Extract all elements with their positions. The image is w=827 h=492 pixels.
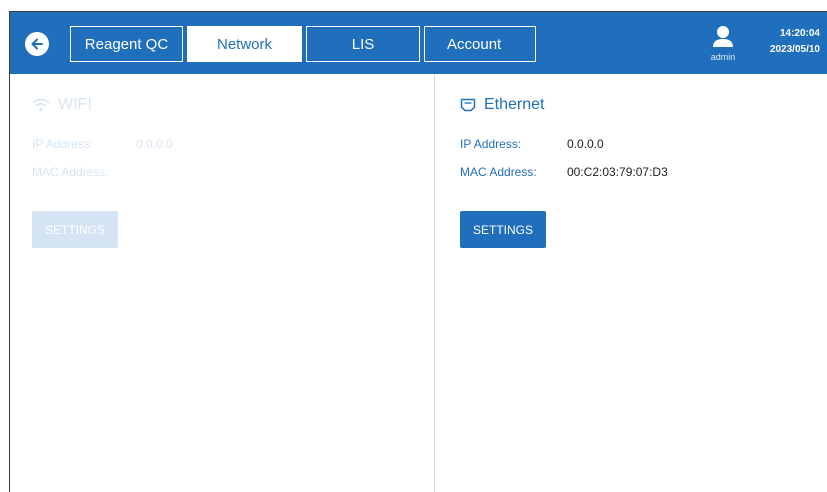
wifi-ip-value: 0.0.0.0 (136, 137, 173, 151)
tab-label: Network (216, 35, 272, 53)
user-icon (713, 26, 733, 47)
ethernet-mac-label: MAC Address: (460, 165, 537, 179)
ethernet-mac-value: 00:C2:03:79:07:D3 (567, 165, 668, 179)
wifi-title: WIFI (32, 96, 92, 114)
clock-time: 14:20:04 (779, 28, 820, 39)
wifi-settings-button[interactable]: SETTINGS (32, 211, 118, 248)
ethernet-icon (460, 98, 476, 112)
clock: 14:20:04 2023/05/10 (746, 26, 820, 58)
tab-network[interactable]: Network (187, 26, 302, 62)
ethernet-title-text: Ethernet (484, 96, 545, 113)
ethernet-settings-button[interactable]: SETTINGS (460, 211, 546, 248)
wifi-icon (32, 98, 50, 112)
back-button[interactable] (25, 32, 49, 56)
ethernet-panel: Ethernet IP Address: 0.0.0.0 MAC Address… (435, 74, 827, 492)
wifi-title-text: WIFI (58, 96, 92, 113)
wifi-ip-label: IP Address: (32, 137, 94, 151)
user-avatar[interactable]: admin (708, 25, 738, 65)
clock-date: 2023/05/10 (769, 44, 820, 55)
tab-account[interactable]: Account (424, 26, 536, 62)
tab-reagent-qc[interactable]: Reagent QC (70, 26, 183, 62)
tab-label: LIS (351, 35, 375, 53)
top-bar: Reagent QC Network LIS Account admin 14:… (10, 12, 827, 74)
ethernet-title: Ethernet (460, 96, 544, 114)
arrow-left-icon (31, 38, 43, 50)
user-name: admin (710, 52, 736, 62)
wifi-mac-label: MAC Address: (32, 165, 109, 179)
ethernet-ip-label: IP Address: (460, 137, 522, 151)
tab-lis[interactable]: LIS (306, 26, 420, 62)
ethernet-ip-value: 0.0.0.0 (567, 137, 604, 151)
tab-label: Account (447, 35, 502, 53)
wifi-panel: WIFI IP Address: 0.0.0.0 MAC Address: SE… (10, 74, 434, 492)
app-window: Reagent QC Network LIS Account admin 14:… (9, 11, 827, 492)
tab-label: Reagent QC (84, 35, 169, 53)
